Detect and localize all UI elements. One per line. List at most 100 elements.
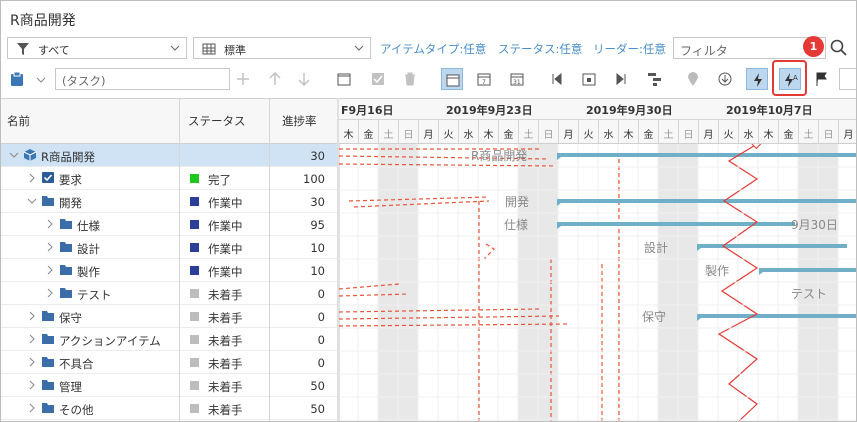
copy-button[interactable]: [333, 68, 355, 90]
table-row[interactable]: アクションアイテム 未着手 0: [1, 328, 339, 351]
chevron-down-icon[interactable]: [36, 75, 46, 85]
chevron-down-icon[interactable]: [27, 195, 37, 207]
chevron-right-icon[interactable]: [27, 379, 37, 391]
row-progress: 95: [310, 218, 325, 232]
item-type-filter-link[interactable]: アイテムタイプ:任意: [380, 41, 486, 57]
chevron-right-icon[interactable]: [45, 218, 55, 230]
row-progress: 100: [303, 172, 325, 186]
table-row[interactable]: 仕様 作業中 95: [1, 213, 339, 236]
day-label: 木: [343, 130, 354, 141]
day-divider: [758, 120, 759, 143]
critical-path-button[interactable]: [746, 68, 768, 90]
table-row[interactable]: 設計 作業中 10: [1, 236, 339, 259]
chevron-right-icon[interactable]: [45, 287, 55, 299]
row-name: 不具合: [59, 357, 94, 371]
table-row[interactable]: 要求 完了 100: [1, 167, 339, 190]
week-label: 2019年9月30日: [586, 104, 673, 117]
chevron-down-icon[interactable]: [9, 149, 19, 161]
box-icon: [23, 149, 37, 161]
day-label: 金: [783, 130, 794, 141]
go-last-button[interactable]: [610, 68, 632, 90]
row-status: 未着手: [208, 288, 243, 302]
day-label: 金: [643, 130, 654, 141]
row-name: アクションアイテム: [59, 334, 161, 348]
today-button[interactable]: [578, 68, 600, 90]
chevron-right-icon[interactable]: [27, 402, 37, 414]
download-button[interactable]: [714, 68, 736, 90]
day-label: 木: [623, 130, 634, 141]
delete-button[interactable]: [399, 68, 421, 90]
filter-placeholder: フィルタ: [680, 44, 728, 58]
table-row[interactable]: R商品開発 30: [1, 144, 339, 167]
table-row[interactable]: 製作 作業中 10: [1, 259, 339, 282]
table-row[interactable]: 開発 作業中 30: [1, 190, 339, 213]
column-header-progress[interactable]: 進捗率: [282, 113, 317, 129]
day-label: 月: [843, 130, 854, 141]
row-progress: 30: [310, 195, 325, 209]
location-button[interactable]: [682, 68, 704, 90]
bar-label: R商品開発: [471, 148, 527, 163]
row-progress: 0: [317, 287, 325, 301]
step-badge: 1: [803, 36, 824, 57]
folder-icon: [60, 288, 72, 298]
copy-icon: [337, 73, 351, 86]
column-header-name[interactable]: 名前: [7, 113, 30, 129]
chevron-right-icon[interactable]: [27, 333, 37, 345]
flag-button[interactable]: [811, 68, 833, 90]
status-swatch: [190, 197, 199, 206]
status-swatch: [190, 358, 199, 367]
day-label: 金: [363, 130, 374, 141]
leader-filter-link[interactable]: リーダー:任意: [593, 41, 666, 57]
chevron-right-icon[interactable]: [45, 264, 55, 276]
add-button[interactable]: [232, 68, 254, 90]
table-row[interactable]: その他 未着手 50: [1, 397, 339, 420]
complete-button[interactable]: [367, 68, 389, 90]
table-row[interactable]: 管理 未着手 50: [1, 374, 339, 397]
table-row[interactable]: 保守 未着手 0: [1, 305, 339, 328]
row-name: 管理: [59, 380, 82, 394]
task-bar: [557, 222, 795, 226]
filter-select[interactable]: すべて: [7, 37, 187, 59]
month-view-button[interactable]: 31: [506, 68, 528, 90]
row-name: R商品開発: [41, 150, 95, 164]
grid-icon: [202, 43, 216, 55]
move-down-button[interactable]: [293, 68, 315, 90]
day-divider: [578, 120, 579, 143]
chevron-right-icon[interactable]: [27, 172, 37, 184]
search-icon[interactable]: [830, 39, 848, 57]
move-up-button[interactable]: [264, 68, 286, 90]
calendar-day-icon: [446, 74, 460, 87]
column-divider[interactable]: [269, 99, 270, 145]
status-swatch: [190, 312, 199, 321]
status-filter-link[interactable]: ステータス:任意: [498, 41, 582, 57]
status-swatch: [190, 404, 199, 413]
table-row[interactable]: テスト 未着手 0: [1, 282, 339, 305]
folder-icon: [42, 403, 54, 413]
chevron-right-icon[interactable]: [45, 241, 55, 253]
row-name: 仕様: [77, 219, 100, 233]
table-row[interactable]: 不具合 未着手 0: [1, 351, 339, 374]
view-select[interactable]: 標準: [193, 37, 371, 59]
gantt-header: F9月16日 2019年9月23日 2019年9月30日 2019年10月7日 …: [339, 98, 856, 144]
folder-icon: [60, 219, 72, 229]
day-label: 土: [803, 130, 814, 141]
day-view-button[interactable]: [441, 68, 463, 90]
go-first-button[interactable]: [546, 68, 568, 90]
status-swatch: [190, 220, 199, 229]
clipboard-icon[interactable]: [9, 71, 25, 87]
chevron-right-icon[interactable]: [27, 356, 37, 368]
task-input[interactable]: (タスク): [55, 68, 230, 90]
column-header-status[interactable]: ステータス: [188, 113, 246, 129]
day-divider: [378, 120, 379, 143]
folder-icon: [42, 311, 54, 321]
column-divider[interactable]: [179, 99, 180, 145]
gantt-chart[interactable]: R商品開発 開発 仕様 9月30日 設計 製作 テスト 保守: [339, 144, 856, 421]
day-label: 火: [583, 130, 594, 141]
week-view-button[interactable]: 7: [473, 68, 495, 90]
row-name: テスト: [77, 288, 112, 302]
chevron-right-icon[interactable]: [27, 310, 37, 322]
zoom-input[interactable]: [839, 68, 856, 90]
row-status: 未着手: [208, 380, 243, 394]
hierarchy-button[interactable]: [644, 68, 666, 90]
week-label: F9月16日: [341, 104, 394, 117]
